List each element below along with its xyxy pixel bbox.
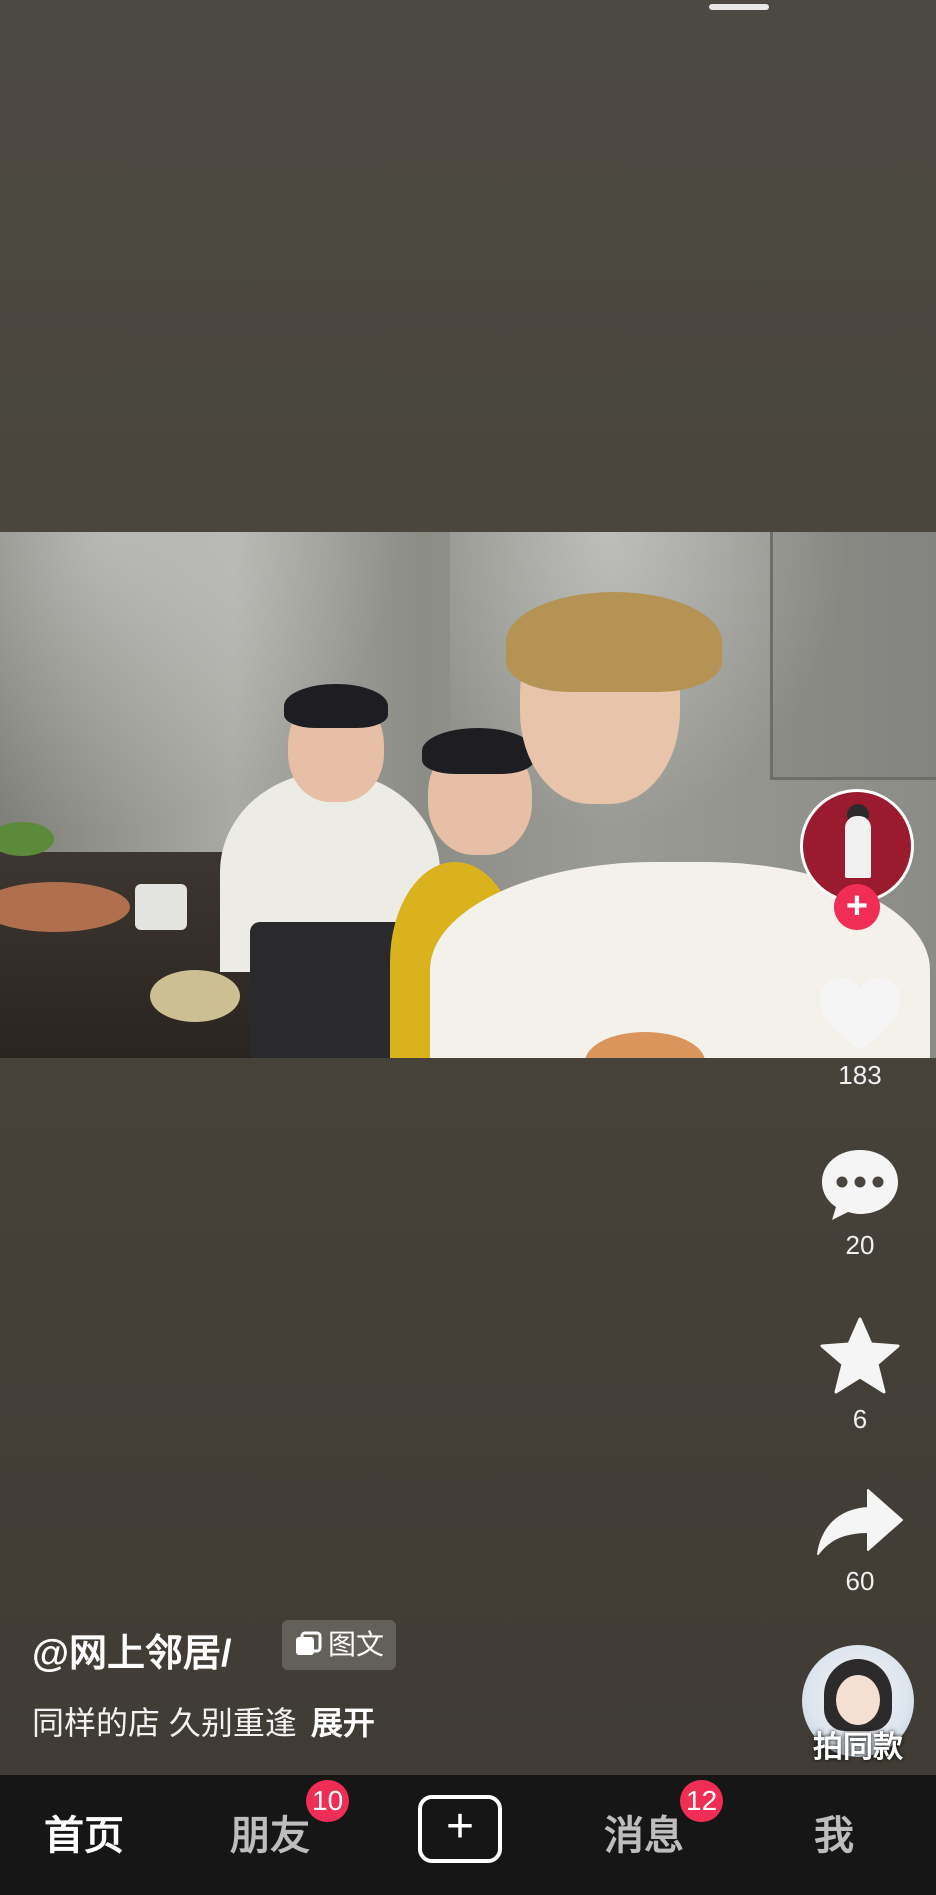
author-avatar-wrap[interactable]: + (800, 786, 920, 930)
comment-icon (822, 1150, 898, 1220)
comment-button[interactable]: 20 (800, 1146, 920, 1261)
heart-icon (820, 978, 900, 1050)
author-name[interactable]: @网上邻居/ (32, 1622, 232, 1677)
caption-text: 同样的店 久别重逢 (32, 1705, 297, 1741)
nav-messages[interactable]: 消息 (604, 1803, 684, 1861)
greens (0, 822, 54, 856)
friends-badge: 10 (306, 1780, 350, 1822)
messages-badge: 12 (680, 1780, 724, 1822)
cup (135, 884, 187, 930)
nav-home[interactable]: 首页 (44, 1803, 124, 1861)
favorite-button[interactable]: 6 (800, 1316, 920, 1435)
post-type-label: 图文 (328, 1629, 385, 1660)
bottom-nav: 首页 朋友 10 + 消息 12 我 (0, 1775, 936, 1895)
like-button[interactable]: 183 (800, 976, 920, 1091)
create-button[interactable]: + (418, 1795, 502, 1863)
plus-icon: + (445, 1800, 475, 1853)
share-count: 60 (845, 1566, 875, 1596)
video-background-top[interactable] (0, 0, 936, 532)
nav-friends[interactable]: 朋友 (230, 1803, 310, 1861)
nav-me[interactable]: 我 (814, 1803, 854, 1861)
drag-handle[interactable] (709, 4, 769, 10)
expand-button[interactable]: 展开 (311, 1705, 375, 1741)
follow-button[interactable]: + (834, 884, 880, 930)
share-button[interactable]: 60 (800, 1486, 920, 1597)
post-type-tag: 图文 (282, 1620, 397, 1670)
favorite-count: 6 (852, 1404, 868, 1434)
bowl (150, 970, 240, 1022)
shoot-same-label[interactable]: 拍同款 (800, 1722, 916, 1766)
like-count: 183 (838, 1060, 882, 1090)
post-image[interactable] (0, 532, 936, 1058)
post-caption[interactable]: 同样的店 久别重逢 展开 (32, 1698, 375, 1744)
disc-avatar-face (836, 1675, 880, 1725)
images-icon (296, 1631, 322, 1655)
comment-count: 20 (845, 1230, 875, 1260)
wall-panel (770, 532, 936, 780)
share-icon (817, 1489, 903, 1555)
avatar-figure-body (845, 816, 871, 878)
star-icon (820, 1317, 900, 1394)
